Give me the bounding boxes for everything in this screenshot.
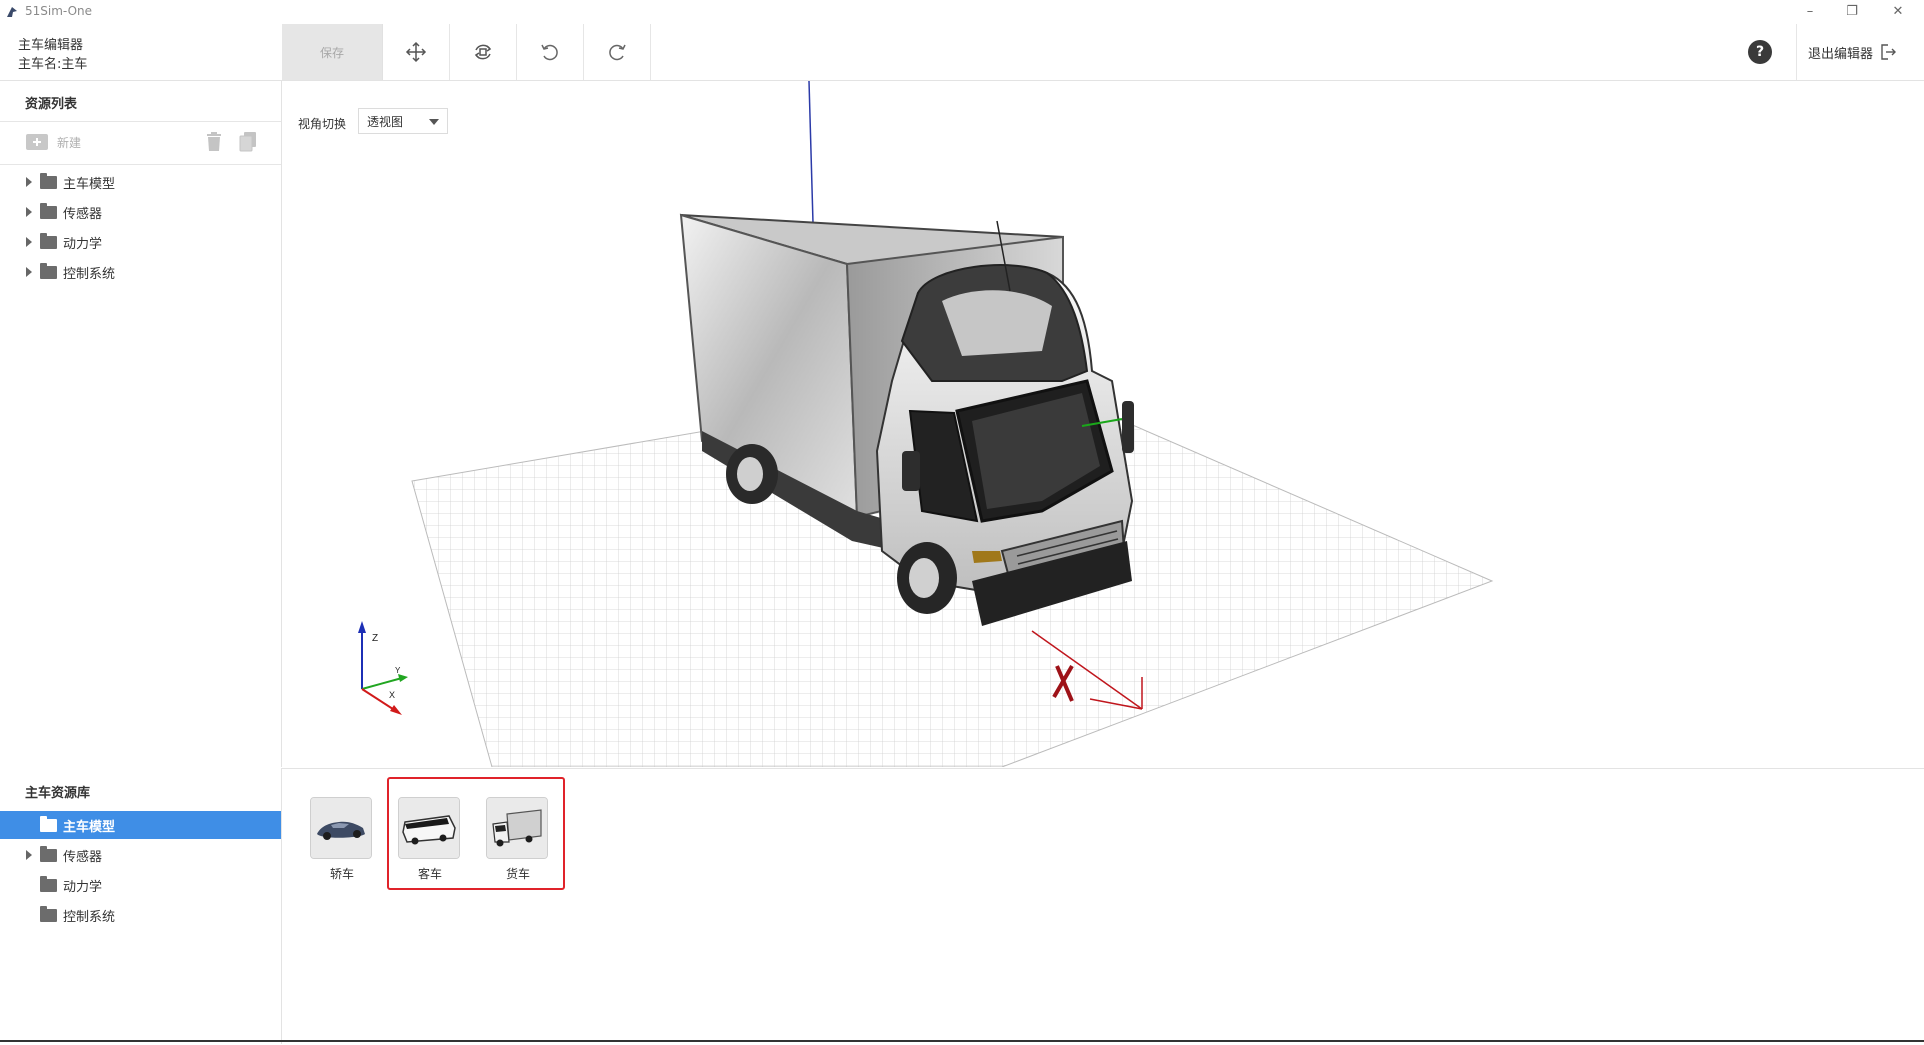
delete-icon[interactable] bbox=[205, 132, 223, 152]
folder-icon bbox=[40, 262, 57, 279]
resource-card-label: 货车 bbox=[505, 867, 530, 881]
expand-arrow-icon[interactable] bbox=[26, 177, 32, 187]
chevron-down-icon bbox=[429, 119, 439, 125]
minimize-button[interactable]: – bbox=[1796, 2, 1824, 22]
view-switch-label: 视角切换 bbox=[298, 117, 347, 131]
vehicle-name: 主车名:主车 bbox=[18, 57, 88, 72]
tree-item-vehicle-model[interactable]: 主车模型 bbox=[0, 168, 281, 196]
new-resource-button[interactable]: 新建 bbox=[25, 132, 81, 152]
library-item-dynamics[interactable]: 动力学 bbox=[0, 871, 281, 899]
library-item-label: 动力学 bbox=[63, 879, 103, 895]
expand-arrow-icon[interactable] bbox=[26, 850, 32, 860]
editor-header: 主车编辑器 主车名:主车 保存 ? 退出编辑器 bbox=[0, 24, 1924, 81]
app-title: 51Sim-One bbox=[25, 4, 93, 18]
library-item-label: 主车模型 bbox=[63, 819, 116, 835]
library-item-label: 传感器 bbox=[63, 849, 103, 865]
exit-icon bbox=[1881, 44, 1897, 60]
tree-item-sensors[interactable]: 传感器 bbox=[0, 198, 281, 226]
app-logo-icon bbox=[7, 7, 17, 17]
redo-icon bbox=[609, 44, 626, 61]
resource-card-label: 轿车 bbox=[329, 867, 354, 881]
title-bar: 51Sim-One – ❐ ✕ bbox=[0, 0, 1924, 24]
view-select-dropdown[interactable]: 透视图 bbox=[358, 108, 448, 134]
tree-item-dynamics[interactable]: 动力学 bbox=[0, 228, 281, 256]
restore-button[interactable]: ❐ bbox=[1838, 2, 1866, 22]
exit-editor-label: 退出编辑器 bbox=[1808, 46, 1874, 62]
move-tool-button[interactable] bbox=[383, 24, 450, 80]
move-icon bbox=[405, 41, 427, 63]
undo-icon bbox=[541, 44, 558, 61]
copy-icon[interactable] bbox=[238, 131, 258, 153]
scene-canvas[interactable]: Z Y X bbox=[282, 81, 1924, 767]
expand-arrow-icon[interactable] bbox=[26, 237, 32, 247]
new-resource-label: 新建 bbox=[57, 135, 82, 150]
svg-text:X: X bbox=[389, 690, 395, 700]
tree-item-label: 传感器 bbox=[63, 206, 103, 222]
bottom-border bbox=[0, 1040, 1924, 1042]
svg-text:Z: Z bbox=[372, 633, 378, 644]
folder-icon bbox=[40, 232, 57, 249]
library-item-sensors[interactable]: 传感器 bbox=[0, 841, 281, 869]
exit-editor-button[interactable]: 退出编辑器 bbox=[1808, 24, 1897, 80]
library-item-label: 控制系统 bbox=[63, 909, 116, 925]
divider bbox=[0, 121, 281, 122]
resource-list-title: 资源列表 bbox=[25, 97, 78, 112]
divider bbox=[0, 164, 281, 165]
expand-arrow-icon[interactable] bbox=[26, 267, 32, 277]
3d-viewport[interactable]: Z Y X 视角切换 透视图 bbox=[282, 81, 1924, 767]
tree-item-control-system[interactable]: 控制系统 bbox=[0, 258, 281, 286]
undo-button[interactable] bbox=[517, 24, 584, 80]
vehicle-library-title: 主车资源库 bbox=[25, 786, 91, 801]
truck-icon bbox=[486, 797, 548, 859]
vehicle-library-panel: 主车资源库 主车模型 传感器 动力学 控制系统 bbox=[0, 768, 282, 1044]
view-select-value: 透视图 bbox=[367, 114, 404, 129]
save-button[interactable]: 保存 bbox=[282, 24, 383, 80]
rotate-tool-button[interactable] bbox=[450, 24, 517, 80]
add-icon bbox=[26, 134, 48, 150]
resource-card-sedan[interactable]: 轿车 bbox=[310, 797, 374, 882]
folder-icon bbox=[40, 815, 57, 832]
expand-arrow-icon[interactable] bbox=[26, 207, 32, 217]
tree-item-label: 主车模型 bbox=[63, 176, 116, 192]
bus-icon bbox=[398, 797, 460, 859]
axis-indicator: Z Y X bbox=[358, 621, 408, 715]
rotate-icon bbox=[474, 44, 492, 60]
tree-item-label: 动力学 bbox=[63, 236, 103, 252]
help-icon[interactable]: ? bbox=[1748, 40, 1772, 64]
folder-icon bbox=[40, 845, 57, 862]
library-item-control-system[interactable]: 控制系统 bbox=[0, 901, 281, 929]
resource-card-label: 客车 bbox=[417, 867, 442, 881]
tree-item-label: 控制系统 bbox=[63, 266, 116, 282]
close-button[interactable]: ✕ bbox=[1884, 2, 1912, 22]
folder-icon bbox=[40, 905, 57, 922]
folder-icon bbox=[40, 875, 57, 892]
library-item-vehicle-model[interactable]: 主车模型 bbox=[0, 811, 281, 839]
svg-text:Y: Y bbox=[395, 666, 401, 675]
divider bbox=[1796, 24, 1797, 80]
resource-list-panel: 资源列表 新建 主车模型 传感器 动力学 控制系统 bbox=[0, 81, 282, 767]
z-axis-line bbox=[808, 81, 814, 224]
folder-icon bbox=[40, 172, 57, 189]
resource-cards-area: 轿车 客车 货车 bbox=[282, 768, 1924, 1045]
sedan-icon bbox=[310, 797, 372, 859]
resource-card-truck[interactable]: 货车 bbox=[486, 797, 550, 882]
folder-icon bbox=[40, 202, 57, 219]
resource-card-bus[interactable]: 客车 bbox=[398, 797, 462, 882]
redo-button[interactable] bbox=[584, 24, 651, 80]
editor-title: 主车编辑器 bbox=[18, 38, 84, 53]
